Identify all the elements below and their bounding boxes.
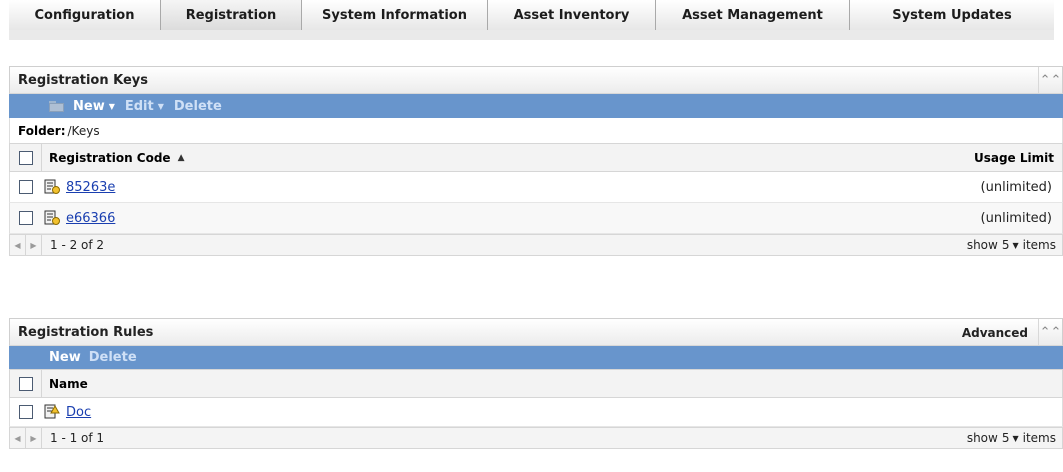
name-column-header[interactable]: Name	[42, 377, 88, 391]
tab-asset-inventory[interactable]: Asset Inventory	[488, 0, 656, 30]
registration-code-link[interactable]: 85263e	[66, 180, 115, 195]
registration-keys-panel: Registration Keys ⌃⌃ New ▼ Edit ▼ Delete F…	[9, 66, 1063, 256]
folder-path: /Keys	[67, 123, 100, 138]
caret-down-icon: ▼	[108, 101, 115, 111]
select-all-checkbox[interactable]	[18, 376, 33, 391]
row-checkbox[interactable]	[19, 180, 33, 194]
page-size-dropdown[interactable]: 5 ▼	[1002, 431, 1019, 445]
row-checkbox[interactable]	[19, 211, 33, 225]
select-all-checkbox[interactable]	[18, 150, 33, 165]
double-chevron-up-icon[interactable]: ⌃⌃	[1038, 319, 1062, 346]
registration-code-link[interactable]: e66366	[66, 211, 115, 226]
new-button-label: New	[73, 98, 105, 114]
usage-limit-value: (unlimited)	[980, 210, 1052, 226]
delete-button[interactable]: Delete	[174, 99, 222, 114]
registration-rules-header: Registration Rules Advanced ⌃⌃	[9, 318, 1063, 346]
tab-system-information[interactable]: System Information	[302, 0, 488, 30]
row-check-cell	[10, 203, 42, 233]
usage-limit-column-header[interactable]: Usage Limit	[974, 144, 1062, 171]
page-range: 1 - 2 of 2	[50, 238, 105, 252]
page-size-control: show 5 ▼ items	[967, 431, 1056, 445]
tab-registration[interactable]: Registration	[161, 0, 302, 30]
tab-configuration[interactable]: Configuration	[9, 0, 161, 30]
previous-page-icon[interactable]: ◀	[10, 235, 26, 255]
keys-pager: ◀ ▶ 1 - 2 of 2 show 5 ▼ items	[9, 234, 1063, 256]
keys-toolbar: New ▼ Edit ▼ Delete	[9, 94, 1063, 118]
registration-key-icon	[44, 179, 60, 195]
sort-ascending-icon: ▲	[177, 152, 185, 163]
previous-page-icon[interactable]: ◀	[10, 428, 26, 448]
rules-toolbar: New Delete	[9, 346, 1063, 369]
page-size-control: show 5 ▼ items	[967, 238, 1056, 252]
rules-table-header: Name	[9, 369, 1063, 398]
folder-breadcrumb: Folder: /Keys	[9, 118, 1063, 143]
registration-rule-icon	[44, 404, 60, 420]
panel-title: Registration Rules	[18, 324, 154, 340]
caret-down-icon: ▼	[157, 101, 164, 111]
row-checkbox[interactable]	[19, 405, 33, 419]
registration-keys-header: Registration Keys ⌃⌃	[9, 66, 1063, 94]
table-row: Doc	[9, 398, 1063, 427]
page-size-value: 5	[1001, 238, 1010, 252]
page-range: 1 - 1 of 1	[50, 431, 105, 445]
advanced-link[interactable]: Advanced	[962, 319, 1028, 346]
column-label: Registration Code	[49, 150, 171, 165]
items-label: items	[1022, 238, 1056, 252]
rules-pager: ◀ ▶ 1 - 1 of 1 show 5 ▼ items	[9, 427, 1063, 449]
folder-up-icon[interactable]	[49, 100, 65, 112]
show-label: show	[966, 238, 998, 252]
tab-bar: Configuration Registration System Inform…	[9, 0, 1054, 40]
next-page-icon[interactable]: ▶	[26, 428, 42, 448]
panel-title: Registration Keys	[18, 72, 148, 88]
keys-table-header: Registration Code ▲ Usage Limit	[9, 143, 1063, 172]
edit-button-label: Edit	[124, 98, 154, 114]
row-check-cell	[10, 398, 42, 426]
caret-down-icon: ▼	[1012, 240, 1019, 250]
rule-name-link[interactable]: Doc	[66, 405, 91, 420]
table-row: 85263e (unlimited)	[9, 172, 1063, 203]
table-row: e66366 (unlimited)	[9, 203, 1063, 234]
edit-button[interactable]: Edit ▼	[125, 99, 164, 114]
tab-row: Configuration Registration System Inform…	[9, 0, 1054, 30]
registration-rules-panel: Registration Rules Advanced ⌃⌃ New Delet…	[9, 318, 1063, 449]
show-label: show	[966, 431, 998, 445]
next-page-icon[interactable]: ▶	[26, 235, 42, 255]
tab-asset-management[interactable]: Asset Management	[656, 0, 850, 30]
page-size-value: 5	[1001, 431, 1010, 445]
registration-key-icon	[44, 210, 60, 226]
select-all-cell	[10, 144, 42, 171]
caret-down-icon: ▼	[1012, 433, 1019, 443]
new-button[interactable]: New ▼	[73, 99, 115, 114]
tab-system-updates[interactable]: System Updates	[850, 0, 1054, 30]
new-button[interactable]: New	[49, 350, 81, 365]
page-size-dropdown[interactable]: 5 ▼	[1002, 238, 1019, 252]
items-label: items	[1022, 431, 1056, 445]
row-check-cell	[10, 172, 42, 202]
select-all-cell	[10, 370, 42, 397]
delete-button[interactable]: Delete	[89, 350, 137, 365]
folder-label: Folder:	[18, 123, 66, 138]
double-chevron-up-icon[interactable]: ⌃⌃	[1038, 67, 1062, 94]
usage-limit-value: (unlimited)	[980, 179, 1052, 195]
registration-code-column-header[interactable]: Registration Code ▲	[42, 151, 185, 165]
